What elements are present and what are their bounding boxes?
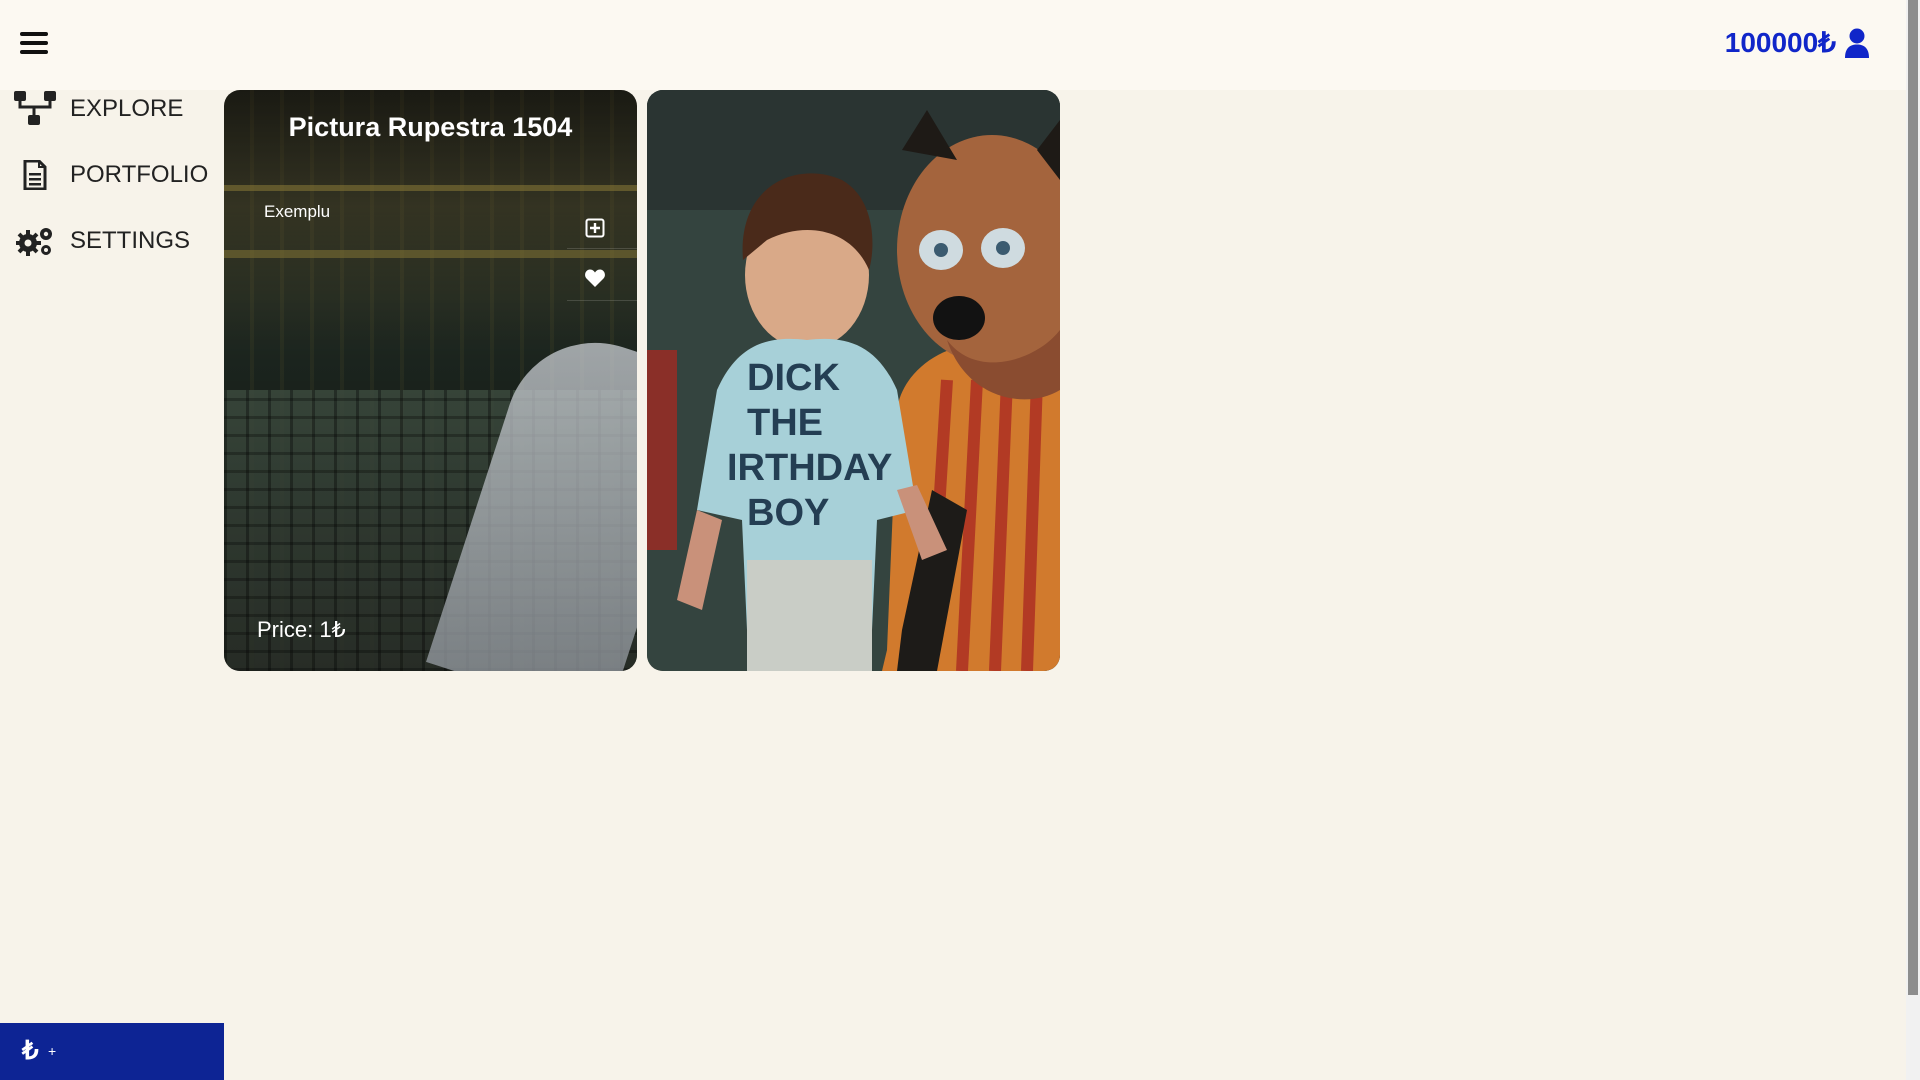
sidebar-item-portfolio[interactable]: PORTFOLIO [0,142,224,208]
sitemap-icon [0,91,70,127]
scrollbar[interactable] [1906,0,1920,1080]
sidebar-item-label: PORTFOLIO [70,161,209,188]
user-icon[interactable] [1844,28,1870,58]
shirt-text: BOY [747,492,829,534]
divider [567,248,637,249]
sidebar-item-label: EXPLORE [70,95,184,122]
wallet-balance[interactable]: 100000₺ [1725,26,1870,59]
sidebar-item-label: SETTINGS [70,227,191,254]
card-subtitle: Exemplu [264,202,331,221]
card-title: Pictura Rupestra 1504 [288,112,573,142]
card-image-detail [224,250,637,258]
plus-square-icon [585,218,605,238]
add-funds-button[interactable]: ₺ + [0,1023,224,1080]
artwork-card[interactable]: DICK THE IRTHDAY BOY [647,90,1060,671]
birthday-photo-image: DICK THE IRTHDAY BOY [647,90,1060,671]
artwork-card[interactable]: Pictura Rupestra 1504 Exemplu Price: 1₺ [224,90,637,671]
shirt-text: IRTHDAY [727,447,892,489]
favorite-button[interactable] [581,264,609,292]
plus-icon: + [48,1043,57,1059]
sidebar-item-explore[interactable]: EXPLORE [0,76,224,142]
top-bar: 100000₺ [0,0,1906,90]
shirt-text: THE [747,402,823,444]
add-to-collection-button[interactable] [581,214,609,242]
hamburger-menu-icon[interactable] [20,32,48,56]
sidebar: EXPLORE PORTFOLIO SETTINGS [0,76,224,274]
file-text-icon [0,160,70,190]
lira-icon: ₺ [22,1035,39,1065]
divider [567,300,637,301]
gears-icon [0,225,70,257]
sidebar-item-settings[interactable]: SETTINGS [0,208,224,274]
shirt-text: DICK [747,357,840,399]
scrollbar-thumb[interactable] [1908,0,1918,995]
card-image-detail [224,185,637,191]
balance-amount: 100000₺ [1724,27,1836,58]
card-price: Price: 1₺ [257,617,346,642]
heart-icon [585,269,605,287]
